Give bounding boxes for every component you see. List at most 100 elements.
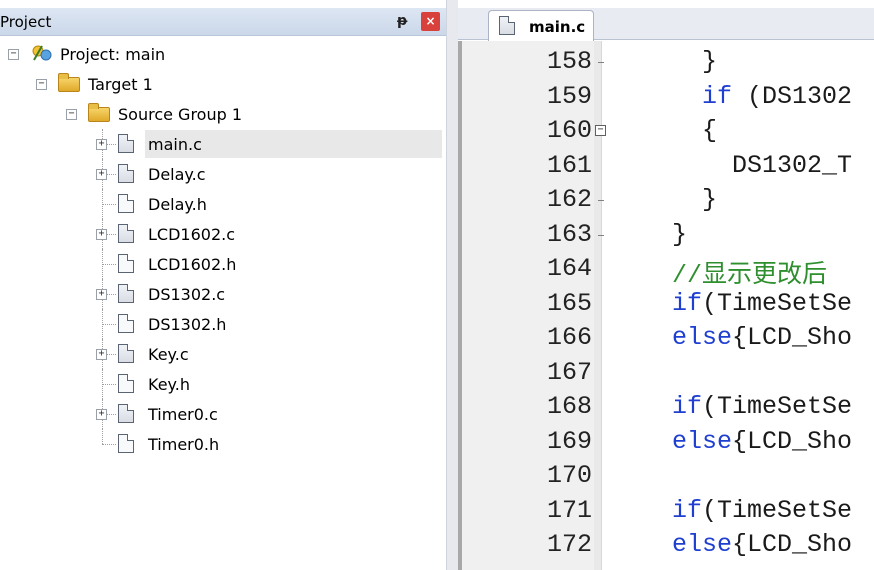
tree-item-key-c[interactable]: + Key.c [0,339,446,369]
code-editor: main.c 158 } 159 if (DS1302 160− {161 DS13… [458,0,874,570]
tree-item-timer0-c[interactable]: + Timer0.c [0,399,446,429]
close-panel-button[interactable]: × [421,12,440,31]
code-text: else{LCD_Sho [612,323,852,352]
tree-item-label: DS1302.h [148,315,227,334]
line-number: 161 [546,150,592,180]
tree-item-lcd1602-c[interactable]: + LCD1602.c [0,219,446,249]
code-line[interactable]: 162 } [462,183,874,217]
expand-icon[interactable]: + [96,169,107,180]
h-file-icon [118,434,134,453]
panel-splitter[interactable] [446,0,458,570]
tree-item-delay-c[interactable]: + Delay.c [0,159,446,189]
project-icon [30,42,54,64]
code-token: } [612,185,718,214]
tree-item-key-h[interactable]: Key.h [0,369,446,399]
line-number: 167 [546,357,592,387]
tree-item-label: Target 1 [88,75,153,94]
tree-item-lcd1602-h[interactable]: LCD1602.h [0,249,446,279]
code-text: if (DS1302 [612,82,852,111]
code-text: if(TimeSetSe [612,496,852,525]
fold-end-marker [598,200,604,201]
tree-item-timer0-h[interactable]: Timer0.h [0,429,446,459]
code-line[interactable]: 161 DS1302_T [462,149,874,183]
expand-icon[interactable]: + [96,229,107,240]
line-number: 170 [546,461,592,490]
h-file-icon [118,374,134,393]
code-line[interactable]: 169 else{LCD_Sho [462,425,874,459]
code-token: (TimeSetSe [702,495,853,525]
code-line[interactable]: 167 [462,356,874,390]
tree-connector [102,204,116,205]
c-file-icon [118,404,134,423]
tree-item-target-1[interactable]: − Target 1 [0,69,446,99]
c-file-icon [118,224,134,243]
code-line[interactable]: 171 if(TimeSetSe [462,494,874,528]
tree-connector [102,324,116,325]
code-text: else{LCD_Sho [612,530,852,559]
tree-item-label: Source Group 1 [118,105,243,124]
line-number: 163 [546,219,592,249]
code-line[interactable]: 170 [462,459,874,493]
tree-item-label: Timer0.c [148,405,218,424]
code-token: { [612,116,718,145]
tree-connector [102,309,103,339]
code-line[interactable]: 166 else{LCD_Sho [462,321,874,355]
tree-item-label: Delay.c [148,165,206,184]
keyword-token: if [702,81,733,111]
tree-connector [102,384,116,385]
tree-item-main-c[interactable]: + main.c [0,129,446,159]
keyword-token: else [672,323,733,352]
code-line[interactable]: 159 if (DS1302 [462,80,874,114]
expand-icon[interactable]: + [96,409,107,420]
collapse-icon[interactable]: − [8,49,19,60]
expand-icon[interactable]: + [96,349,107,360]
tree-item-ds1302-c[interactable]: + DS1302.c [0,279,446,309]
code-line[interactable]: 160− { [462,114,874,148]
code-text: } [612,220,687,249]
code-token: {LCD_Sho [732,426,853,456]
keyword-token: if [672,288,703,318]
tree-item-label: Timer0.h [148,435,220,454]
fold-end-marker [598,62,604,63]
tree-item-label: LCD1602.h [148,255,237,274]
tree-connector [102,444,116,445]
line-number: 169 [546,426,592,456]
tree-item-label: Key.h [148,375,190,394]
tree-item-label: LCD1602.c [148,225,236,244]
tree-connector [102,369,103,399]
code-line[interactable]: 164 //显示更改后 [462,252,874,290]
tab-main-c[interactable]: main.c [488,10,594,41]
code-area[interactable]: 158 } 159 if (DS1302 160− {161 DS1302_T 162… [458,41,874,570]
tree-item-label: Key.c [148,345,189,364]
h-file-icon [118,314,134,333]
code-line[interactable]: 172 else{LCD_Sho [462,528,874,562]
code-line[interactable]: 165 if(TimeSetSe [462,287,874,321]
tree-item-project-main[interactable]: − Project: main [0,39,446,69]
code-token: } [612,47,718,76]
tree-item-source-group-1[interactable]: − Source Group 1 [0,99,446,129]
tree-item-ds1302-h[interactable]: DS1302.h [0,309,446,339]
target-icon [58,73,80,92]
tree-item-label: DS1302.c [148,285,226,304]
line-number: 159 [546,81,592,111]
project-panel-header: Project ᵽ × [0,8,446,36]
expand-icon[interactable]: + [96,289,107,300]
code-token: (TimeSetSe [702,288,853,318]
code-text: { [612,116,717,145]
editor-tab-strip: main.c [458,8,874,41]
fold-toggle-icon[interactable]: − [595,125,606,136]
code-line[interactable]: 158 } [462,45,874,79]
line-number: 166 [546,323,592,352]
code-text: if(TimeSetSe [612,289,852,318]
pin-icon[interactable]: ᵽ [397,13,407,29]
code-line[interactable]: 163 } [462,218,874,252]
collapse-icon[interactable]: − [66,109,77,120]
expand-icon[interactable]: + [96,139,107,150]
tree-item-delay-h[interactable]: Delay.h [0,189,446,219]
c-file-icon [499,16,515,35]
code-line[interactable]: 168 if(TimeSetSe [462,390,874,424]
collapse-icon[interactable]: − [36,79,47,90]
